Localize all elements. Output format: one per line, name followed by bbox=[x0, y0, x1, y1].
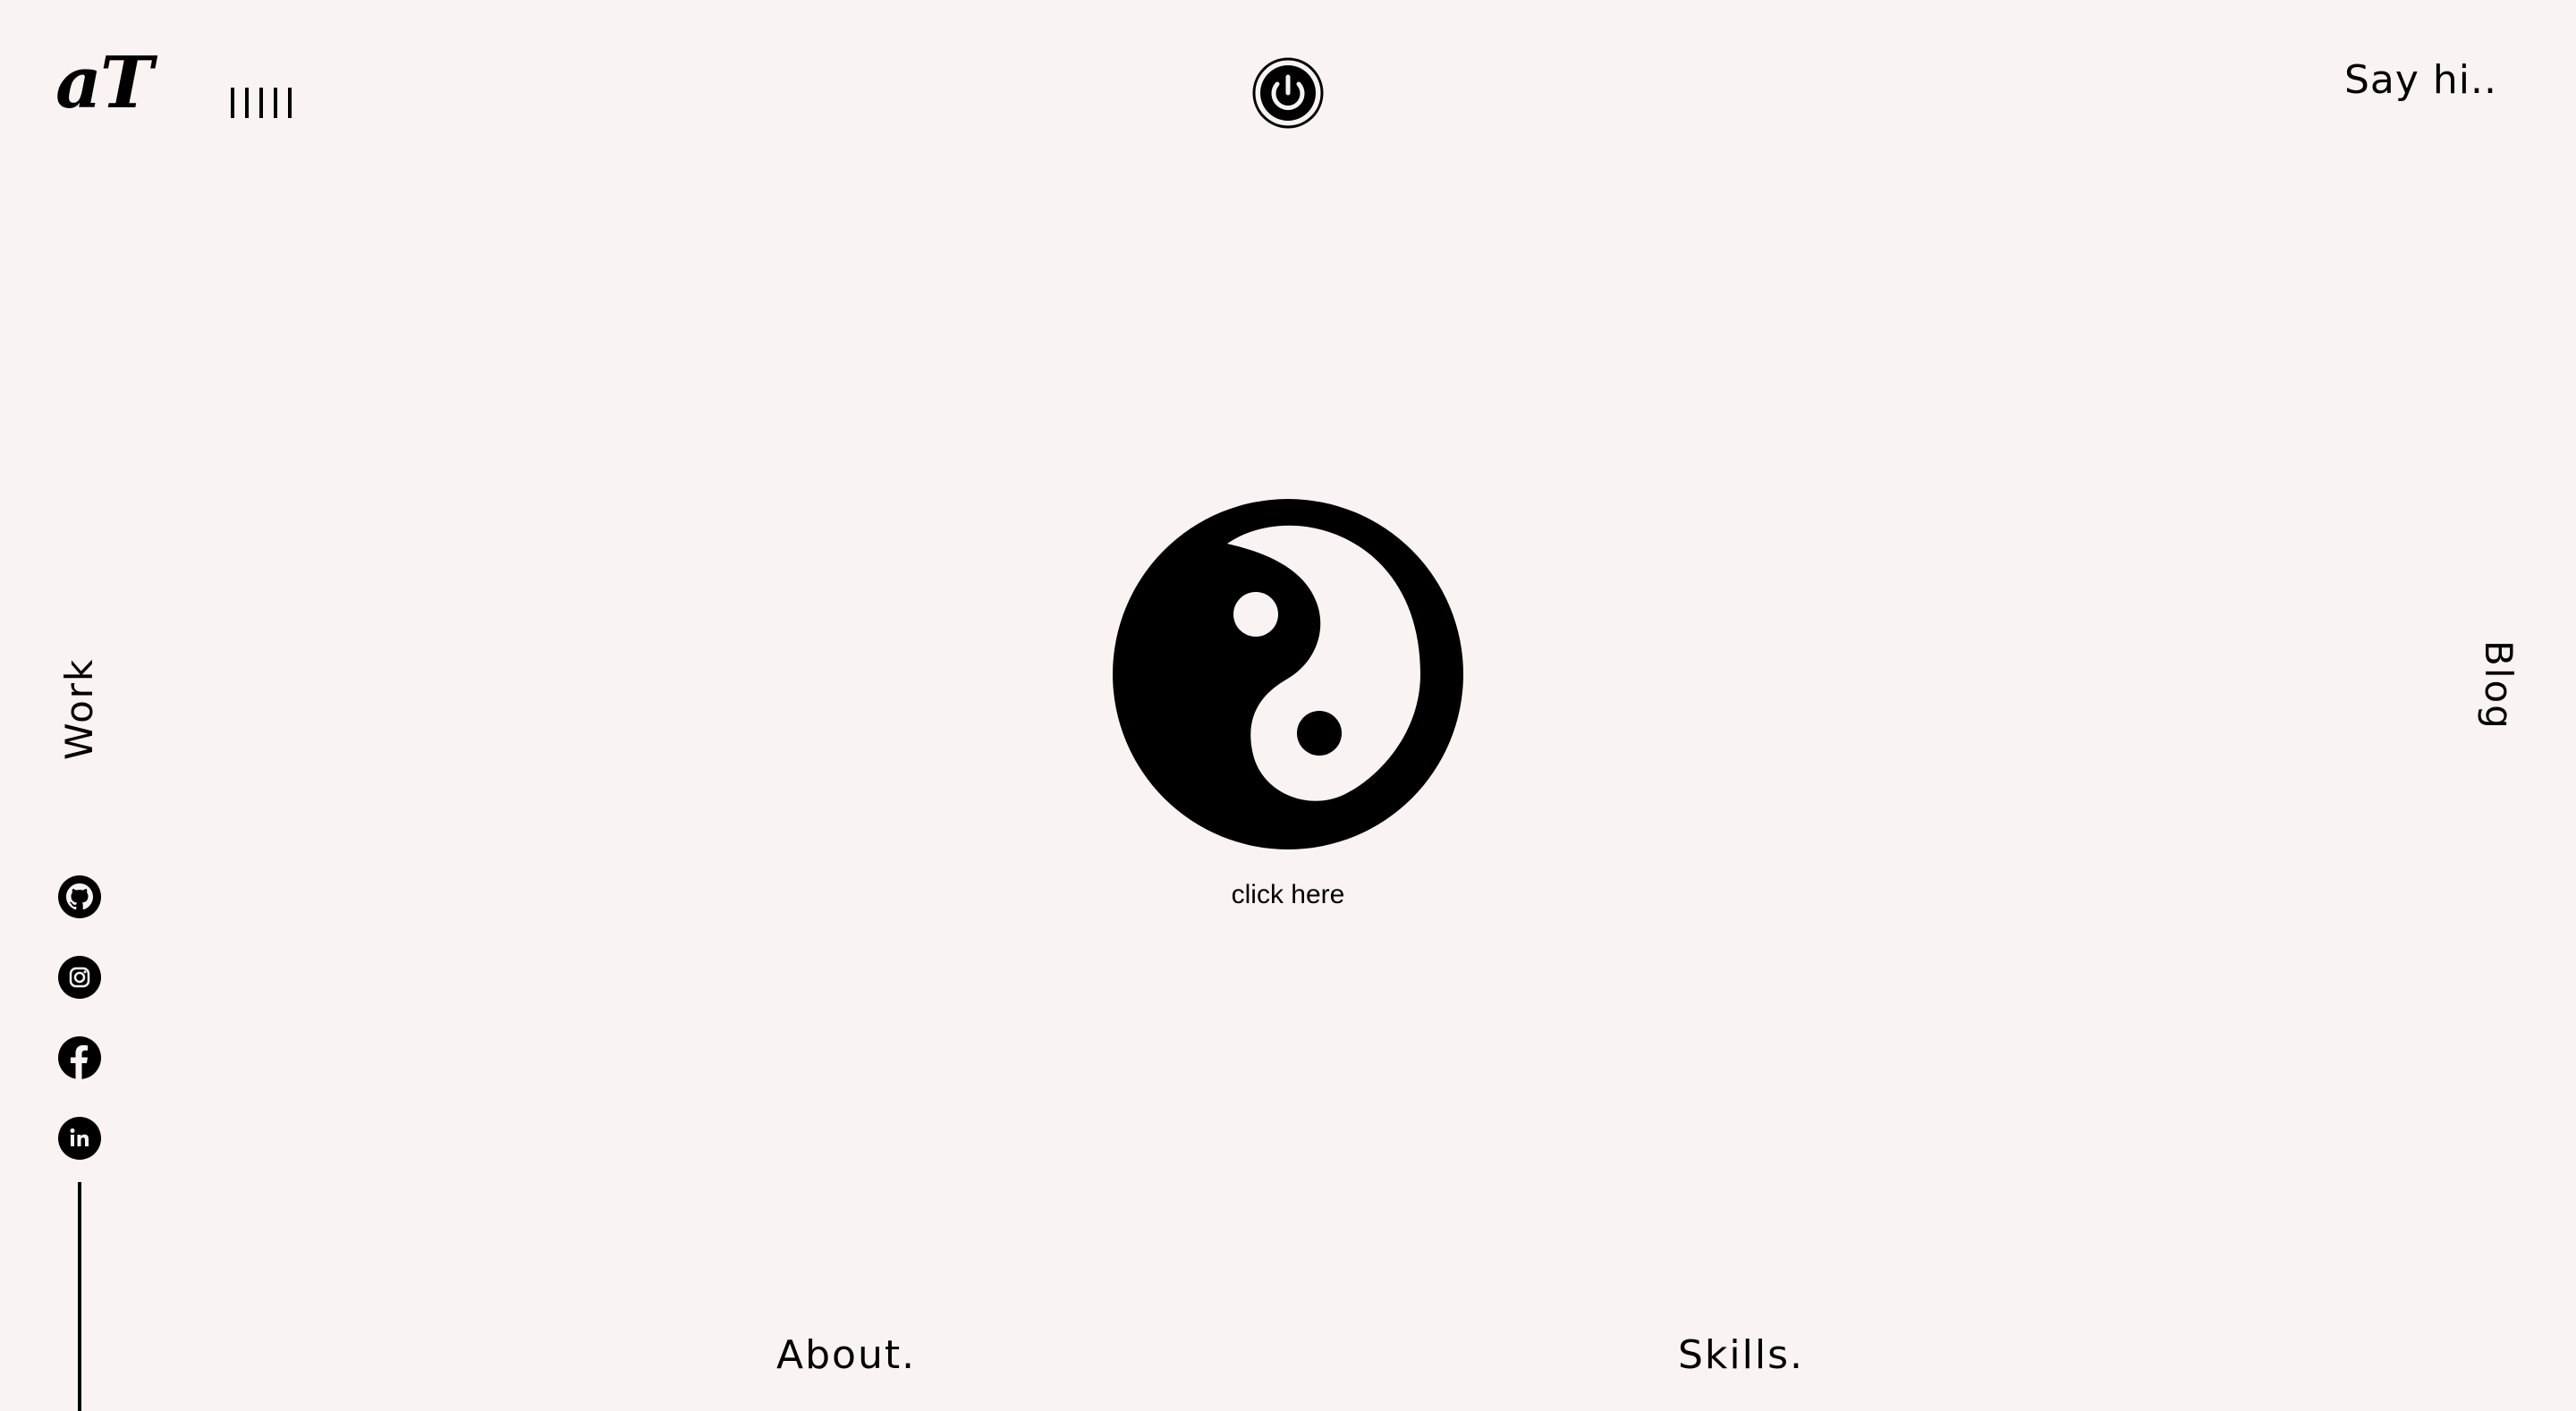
sound-bar bbox=[288, 88, 292, 118]
sound-bar bbox=[245, 88, 249, 118]
sound-toggle-icon[interactable] bbox=[231, 86, 292, 118]
click-here-caption: click here bbox=[1231, 880, 1345, 909]
hero: click here bbox=[1113, 499, 1463, 910]
sound-bar bbox=[274, 88, 277, 118]
nav-about-link[interactable]: About. bbox=[776, 1332, 916, 1378]
page: aT Say hi.. Work Blog click here About. … bbox=[0, 0, 2576, 1411]
instagram-icon bbox=[58, 956, 101, 999]
instagram-link[interactable] bbox=[57, 955, 102, 1000]
linkedin-link[interactable] bbox=[57, 1116, 102, 1161]
github-link[interactable] bbox=[57, 874, 102, 919]
logo-link[interactable]: aT bbox=[55, 46, 153, 118]
nav-skills-link[interactable]: Skills. bbox=[1678, 1332, 1804, 1378]
power-button-icon[interactable] bbox=[1252, 57, 1324, 129]
yin-yang-icon[interactable] bbox=[1113, 499, 1463, 849]
linkedin-icon bbox=[58, 1117, 101, 1160]
social-links bbox=[57, 874, 102, 1161]
github-icon bbox=[58, 875, 101, 918]
contact-link[interactable]: Say hi.. bbox=[2344, 57, 2497, 103]
facebook-link[interactable] bbox=[57, 1035, 102, 1080]
nav-work-link[interactable]: Work bbox=[57, 653, 101, 760]
sound-bar bbox=[259, 88, 263, 118]
nav-blog-link[interactable]: Blog bbox=[2477, 640, 2521, 739]
divider-line bbox=[78, 1182, 81, 1411]
facebook-icon bbox=[58, 1036, 101, 1079]
sound-bar bbox=[231, 88, 234, 118]
